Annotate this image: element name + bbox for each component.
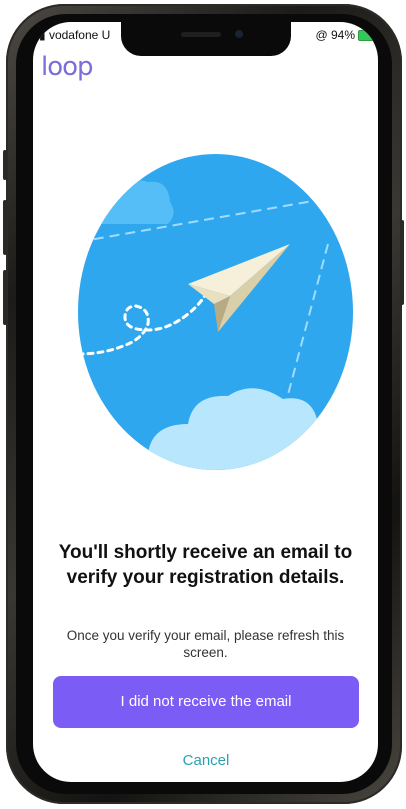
app-logo: loop	[41, 52, 94, 82]
power-button	[400, 220, 404, 305]
signal-icon: ▮	[39, 28, 46, 42]
volume-up-button	[3, 200, 7, 255]
mute-switch	[3, 150, 7, 180]
cloud-top-left	[78, 179, 174, 224]
volume-down-button	[3, 270, 7, 325]
status-carrier: ▮ vodafone U	[39, 28, 110, 42]
cancel-button[interactable]: Cancel	[53, 752, 359, 769]
carrier-label: vodafone U	[48, 28, 111, 42]
refresh-instructions: Once you verify your email, please refre…	[66, 628, 345, 660]
status-battery: @ 94%	[315, 28, 374, 42]
device-mockup: ▮ vodafone U @ 94% loop You'll shortly r…	[0, 0, 406, 809]
front-camera	[235, 30, 243, 38]
resend-email-button[interactable]: I did not receive the email	[53, 676, 359, 728]
confirmation-headline: You'll shortly receive an email to verif…	[58, 542, 353, 588]
email-sent-illustration	[78, 154, 353, 470]
battery-percent: @ 94%	[315, 28, 355, 42]
app-screen: ▮ vodafone U @ 94% loop You'll shortly r…	[33, 22, 378, 782]
battery-icon	[358, 29, 374, 41]
speaker-grille	[181, 32, 221, 37]
notch	[121, 22, 291, 56]
